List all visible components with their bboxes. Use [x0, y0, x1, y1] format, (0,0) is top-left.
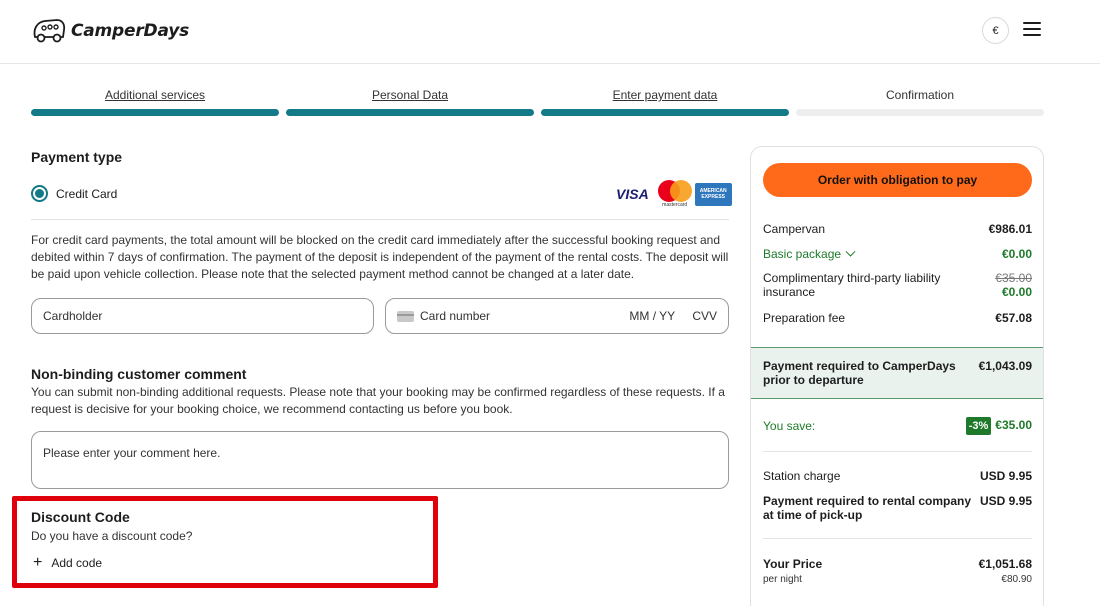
row-value: €1,051.68 [978, 557, 1032, 571]
comment-title: Non-binding customer comment [31, 366, 247, 382]
credit-card-icon [397, 310, 414, 322]
step-progress-bar [541, 109, 789, 116]
row-label: Payment required to CamperDays prior to … [763, 359, 956, 387]
payment-required-block: Payment required to CamperDays prior to … [751, 347, 1043, 399]
rental-company-payment-row: Payment required to rental company at ti… [763, 494, 1032, 522]
add-code-label: Add code [51, 556, 103, 570]
cvv-input[interactable]: CVV [692, 309, 717, 323]
you-save-row: You save: -3% €35.00 [763, 417, 1032, 435]
station-charge-row: Station charge USD 9.95 [763, 469, 1032, 483]
camper-van-icon [33, 19, 66, 43]
row-label: Station charge [763, 469, 841, 483]
hamburger-menu-icon[interactable] [1023, 22, 1041, 38]
row-label: Preparation fee [763, 311, 846, 325]
liability-row: Complimentary third-party liability insu… [763, 271, 1032, 299]
card-number-input[interactable]: Card number MM / YY CVV [385, 298, 729, 334]
step-label[interactable]: Enter payment data [613, 87, 718, 103]
expiry-input[interactable]: MM / YY [629, 309, 675, 323]
row-label: per night [763, 574, 802, 585]
step-confirmation: Confirmation [796, 87, 1044, 116]
divider [763, 451, 1032, 452]
chevron-down-icon [845, 246, 856, 257]
add-code-button[interactable]: + Add code [33, 554, 103, 571]
discount-code-subtitle: Do you have a discount code? [31, 529, 193, 543]
camperdays-logo[interactable]: CamperDays [31, 16, 189, 46]
step-label[interactable]: Additional services [105, 87, 205, 103]
step-personal-data[interactable]: Personal Data [286, 87, 534, 116]
credit-card-radio-option[interactable]: Credit Card [31, 185, 117, 202]
step-additional-services[interactable]: Additional services [31, 87, 279, 116]
per-night-row: per night €80.90 [763, 573, 1032, 587]
campervan-row: Campervan €986.01 [763, 222, 1032, 236]
row-label: Your Price [763, 557, 823, 571]
mastercard-logo: mastercard [656, 179, 692, 209]
card-brand-logos: VISA mastercard AMERICAN EXPRESS [616, 179, 732, 209]
radio-button[interactable] [31, 185, 48, 202]
divider [31, 219, 729, 220]
old-price: €35.00 [995, 271, 1032, 285]
your-price-row: Your Price €1,051.68 [763, 557, 1032, 571]
row-value: €57.08 [995, 311, 1032, 325]
preparation-fee-row: Preparation fee €57.08 [763, 311, 1032, 325]
step-enter-payment-data[interactable]: Enter payment data [541, 87, 789, 116]
cardholder-input[interactable]: Cardholder [31, 298, 374, 334]
amex-logo: AMERICAN EXPRESS [694, 182, 732, 206]
visa-logo: VISA [616, 186, 649, 202]
row-label: Complimentary third-party liability insu… [763, 271, 941, 299]
payment-info-text: For credit card payments, the total amou… [31, 233, 729, 281]
row-value: €986.01 [988, 222, 1032, 236]
row-label: Campervan [763, 222, 826, 236]
top-header: CamperDays € [0, 0, 1100, 64]
divider [763, 538, 1032, 539]
row-value: €35.00 [995, 418, 1032, 432]
price-summary-panel: Order with obligation to pay Campervan €… [750, 146, 1044, 606]
discount-code-title: Discount Code [31, 509, 130, 525]
step-progress-bar [31, 109, 279, 116]
row-value: €0.00 [1001, 285, 1032, 299]
currency-button[interactable]: € [982, 17, 1009, 44]
row-value: €80.90 [1001, 574, 1032, 585]
step-progress-bar [286, 109, 534, 116]
comment-textarea[interactable]: Please enter your comment here. [31, 431, 729, 489]
step-progress-bar [796, 109, 1044, 116]
row-value: USD 9.95 [979, 494, 1032, 508]
basic-package-toggle[interactable]: Basic package [763, 246, 856, 261]
row-label: You save: [763, 419, 816, 433]
row-label: Payment required to rental company at ti… [763, 494, 972, 522]
step-label: Confirmation [885, 88, 955, 102]
progress-stepper: Additional services Personal Data Enter … [31, 87, 1044, 116]
plus-icon: + [33, 554, 43, 571]
payment-type-title: Payment type [31, 149, 123, 165]
order-button[interactable]: Order with obligation to pay [763, 163, 1032, 197]
discount-badge: -3% [965, 417, 992, 435]
radio-label: Credit Card [56, 186, 118, 201]
step-label[interactable]: Personal Data [372, 87, 448, 103]
basic-package-row[interactable]: Basic package €0.00 [763, 246, 1032, 261]
comment-info-text: You can submit non-binding additional re… [31, 385, 725, 416]
row-value: USD 9.95 [979, 469, 1032, 483]
row-value: €0.00 [1001, 247, 1032, 261]
brand-name: CamperDays [71, 21, 190, 41]
row-value: €1,043.09 [978, 359, 1032, 373]
card-number-placeholder: Card number [420, 309, 491, 323]
